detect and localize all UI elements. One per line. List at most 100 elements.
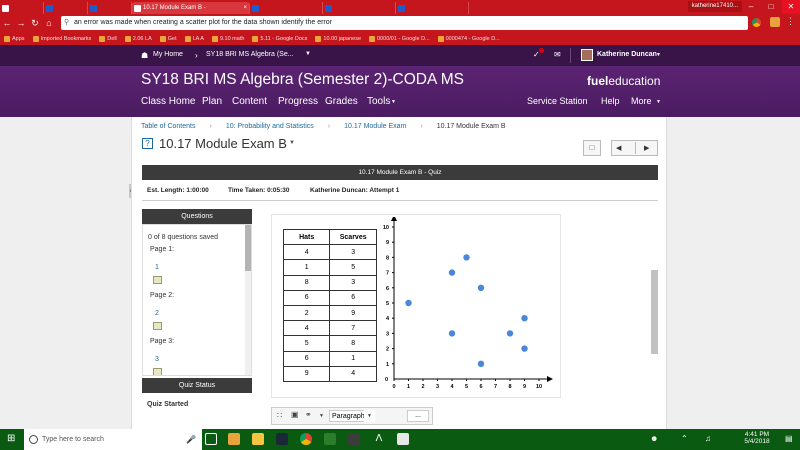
bookmark-item[interactable]: Dell [99, 35, 117, 42]
app-icon[interactable] [348, 433, 360, 445]
minimize-icon[interactable]: – [742, 0, 760, 14]
bookmark-item[interactable]: Get [159, 35, 177, 42]
bookmark-icon [369, 35, 376, 42]
nav-service-station[interactable]: Service Station [527, 96, 588, 106]
avatar[interactable] [581, 49, 593, 61]
chrome-icon[interactable] [300, 433, 312, 445]
taskbar-search[interactable]: Type here to search 🎤 [24, 429, 202, 450]
bookmark-item[interactable]: Apps [4, 35, 25, 42]
chat-icon[interactable]: ✉ [554, 50, 561, 59]
maximize-icon[interactable]: □ [762, 0, 780, 14]
browser-tab[interactable] [250, 2, 323, 14]
forward-icon[interactable]: → [14, 18, 28, 28]
question-link-3[interactable]: 3 [155, 356, 159, 363]
scrollbar-thumb[interactable] [245, 225, 251, 271]
browser-tab[interactable] [0, 2, 44, 14]
course-menu[interactable]: SY18 BRI MS Algebra (Se... [206, 51, 294, 58]
nav-progress[interactable]: Progress [278, 96, 318, 107]
clock[interactable]: 4:41 PM 5/4/2018 [737, 431, 777, 445]
close-icon[interactable]: ✕ [782, 0, 800, 14]
app-icon[interactable]: Λ [373, 433, 385, 445]
folder-icon[interactable] [252, 433, 264, 445]
breadcrumb-link[interactable]: Table of Contents [141, 123, 195, 130]
user-name[interactable]: Katherine Duncan [597, 51, 657, 58]
nav-tools[interactable]: Tools [367, 96, 390, 107]
bookmark-label: 2.06 LA [132, 35, 152, 42]
divider [635, 142, 636, 154]
chevron-down-icon[interactable]: ▼ [319, 413, 324, 419]
image-icon[interactable]: ▣ [291, 410, 299, 419]
task-view-icon[interactable] [205, 433, 217, 445]
notification-center-icon[interactable]: ▤ [785, 434, 793, 443]
browser-tab[interactable] [88, 2, 132, 14]
divider [570, 48, 571, 63]
bookmark-item[interactable]: 10.00 japanese [315, 35, 361, 42]
chevron-down-icon[interactable]: ▼ [656, 52, 661, 58]
main-nav: Class Home Plan Content Progress Grades … [0, 91, 800, 117]
table-icon[interactable]: ∷ [277, 411, 282, 420]
y-tick-label: 1 [386, 362, 389, 368]
bookmark-item[interactable]: LA A [184, 35, 204, 42]
my-home-link[interactable]: My Home [153, 51, 183, 58]
bookmark-item[interactable]: 5.11 - Google Docs [252, 35, 307, 42]
tab-label: 10.17 Module Exam B - [143, 5, 206, 11]
chevron-up-icon[interactable]: ⌃ [681, 434, 688, 443]
nav-more[interactable]: More [631, 96, 652, 106]
x-tick-label: 3 [436, 384, 439, 390]
question-link-1[interactable]: 1 [155, 264, 159, 271]
scrollbar[interactable] [245, 225, 251, 375]
bookmark-item[interactable]: Imported Bookmarks [32, 35, 91, 42]
bookmark-item[interactable]: 0000474 - Google D... [437, 35, 500, 42]
steam-icon[interactable] [276, 433, 288, 445]
x-tick-label: 4 [450, 384, 454, 390]
reload-icon[interactable]: ↻ [28, 18, 42, 29]
app-icon[interactable] [228, 433, 240, 445]
volume-icon[interactable]: ♫ [705, 434, 711, 443]
home-icon[interactable]: ☗ [141, 51, 148, 60]
bookmark-item[interactable]: 2.06 LA [124, 35, 152, 42]
fueled-icon [134, 4, 141, 12]
bookmark-icon[interactable]: □ [583, 140, 601, 156]
bookmark-item[interactable]: 0000/01 - Google D... [369, 35, 430, 42]
chrome-icon[interactable] [752, 18, 761, 27]
chevron-down-icon[interactable]: ▼ [305, 51, 311, 57]
breadcrumb-link[interactable]: 10.17 Module Exam [344, 123, 406, 130]
address-input[interactable]: ⚲ an error was made when creating a scat… [61, 16, 748, 30]
question-link-2[interactable]: 2 [155, 310, 159, 317]
address-text: an error was made when creating a scatte… [74, 19, 332, 26]
app-icon[interactable] [324, 433, 336, 445]
home-icon[interactable]: ⌂ [42, 18, 56, 28]
browser-tab[interactable] [396, 2, 469, 14]
next-icon[interactable]: ▶ [644, 144, 649, 152]
close-tab-icon[interactable]: × [243, 5, 247, 11]
back-icon[interactable]: ← [0, 18, 14, 28]
menu-icon[interactable]: ⋮ [786, 16, 795, 27]
more-tools-button[interactable]: ... [407, 410, 429, 422]
fueled-logo[interactable]: fueleducation [587, 74, 660, 88]
chevron-down-icon[interactable]: ▼ [391, 99, 396, 105]
photos-icon[interactable] [397, 433, 409, 445]
x-tick-label: 6 [479, 384, 482, 390]
page-scrollbar-thumb[interactable] [651, 270, 658, 354]
profile-button[interactable]: katherine17410... [687, 1, 742, 12]
nav-content[interactable]: Content [232, 96, 267, 107]
browser-tab-active[interactable]: 10.17 Module Exam B - × [132, 2, 250, 14]
people-icon[interactable]: ☻ [650, 434, 658, 443]
chevron-down-icon[interactable]: ▼ [289, 140, 295, 146]
extension-icon[interactable] [770, 17, 780, 27]
link-icon[interactable]: ⚭ [305, 410, 312, 419]
nav-help[interactable]: Help [601, 96, 620, 106]
breadcrumb-link[interactable]: 10: Probability and Statistics [226, 123, 314, 130]
bookmark-item[interactable]: 9.10 math [211, 35, 244, 42]
prev-icon[interactable]: ◀ [616, 144, 621, 152]
windows-start-icon[interactable]: ⊞ [7, 434, 15, 444]
nav-class-home[interactable]: Class Home [141, 96, 195, 107]
browser-tab[interactable] [323, 2, 396, 14]
mic-icon[interactable]: 🎤 [186, 429, 196, 450]
y-tick-label: 0 [385, 377, 388, 383]
browser-tab[interactable] [44, 2, 88, 14]
nav-grades[interactable]: Grades [325, 96, 358, 107]
nav-plan[interactable]: Plan [202, 96, 222, 107]
chevron-down-icon[interactable]: ▼ [364, 410, 375, 422]
chevron-down-icon[interactable]: ▼ [656, 99, 661, 105]
